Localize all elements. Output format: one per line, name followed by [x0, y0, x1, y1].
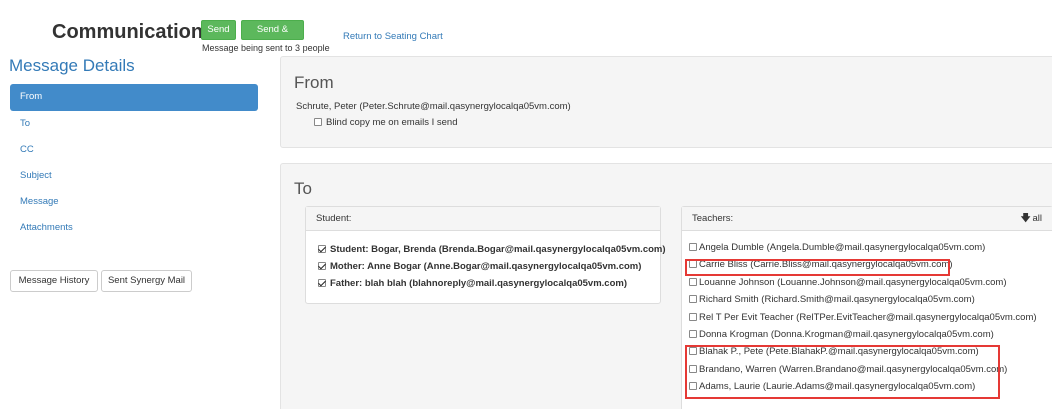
from-panel: From Schrute, Peter (Peter.Schrute@mail.… — [280, 56, 1052, 148]
nav-item-message[interactable]: Message — [10, 189, 258, 215]
nav-item-cc[interactable]: CC — [10, 137, 258, 163]
teacher-row[interactable]: Rel T Per Evit Teacher (RelTPer.EvitTeac… — [689, 309, 1052, 326]
recipient-row[interactable]: Father: blah blah (blahnoreply@mail.qasy… — [318, 275, 660, 292]
recipient-checkbox[interactable] — [318, 279, 326, 287]
teacher-row[interactable]: Adams, Laurie (Laurie.Adams@mail.qasyner… — [689, 378, 1052, 395]
teachers-header-label: Teachers: — [692, 213, 734, 224]
page-title: Communication — [52, 21, 204, 43]
teacher-row[interactable]: Brandano, Warren (Warren.Brandano@mail.q… — [689, 361, 1052, 378]
teacher-checkbox[interactable] — [689, 312, 697, 321]
teacher-label: Rel T Per Evit Teacher (RelTPer.EvitTeac… — [699, 311, 1037, 323]
recipient-row[interactable]: Student: Bogar, Brenda (Brenda.Bogar@mai… — [318, 241, 666, 258]
recipient-count-note: Message being sent to 3 people — [202, 43, 330, 53]
teacher-label: Brandano, Warren (Warren.Brandano@mail.q… — [699, 363, 1008, 375]
student-header-label: Student: — [316, 213, 352, 224]
teacher-row[interactable]: Donna Krogman (Donna.Krogman@mail.qasyne… — [689, 326, 1052, 343]
arrow-down-icon: 🡇 — [1020, 213, 1031, 224]
to-panel: To Student: Student: Bogar, Brenda (Bren… — [280, 163, 1052, 409]
all-label: all — [1032, 213, 1042, 224]
send-and-return-button[interactable]: Send & Return — [241, 20, 304, 53]
student-recipient-list: Student: Bogar, Brenda (Brenda.Bogar@mai… — [306, 231, 666, 292]
message-history-button[interactable]: Message History — [10, 270, 98, 292]
teacher-label: Angela Dumble (Angela.Dumble@mail.qasyne… — [699, 242, 986, 253]
from-heading: From — [294, 73, 334, 92]
recipient-checkbox[interactable] — [318, 262, 326, 270]
teacher-label: Richard Smith (Richard.Smith@mail.qasyne… — [699, 294, 975, 306]
bcc-option[interactable]: Blind copy me on emails I send — [314, 117, 457, 128]
recipient-checkbox[interactable] — [318, 245, 326, 253]
header-bar: Communication Send Send & Return Message… — [0, 0, 1052, 56]
message-details-nav: From To CC Subject Message Attachments — [10, 84, 258, 241]
teacher-row[interactable]: Richard Smith (Richard.Smith@mail.qasyne… — [689, 291, 1052, 308]
teacher-label: Blahak P., Pete (Pete.BlahakP.@mail.qasy… — [699, 346, 979, 358]
sent-synergy-mail-button[interactable]: Sent Synergy Mail — [101, 270, 192, 292]
recipient-label: Father: blah blah (blahnoreply@mail.qasy… — [330, 278, 627, 289]
teacher-checkbox[interactable] — [689, 382, 697, 391]
teacher-row[interactable]: Blahak P., Pete (Pete.BlahakP.@mail.qasy… — [689, 343, 1052, 360]
student-box-header: Student: — [306, 207, 660, 231]
teacher-checkbox[interactable] — [689, 243, 697, 251]
sidebar-title: Message Details — [9, 56, 135, 75]
teacher-checkbox[interactable] — [689, 329, 697, 338]
recipient-label: Mother: Anne Bogar (Anne.Bogar@mail.qasy… — [330, 261, 642, 272]
teacher-recipients-box: Teachers: 🡇 all Angela Dumble (Angela.Dum… — [681, 206, 1052, 409]
teacher-label: Adams, Laurie (Laurie.Adams@mail.qasyner… — [699, 381, 976, 393]
to-heading: To — [294, 179, 312, 198]
teacher-checkbox[interactable] — [689, 364, 697, 373]
recipient-row[interactable]: Mother: Anne Bogar (Anne.Bogar@mail.qasy… — [318, 258, 660, 275]
teacher-checkbox[interactable] — [689, 277, 697, 286]
nav-item-subject[interactable]: Subject — [10, 163, 258, 189]
send-button[interactable]: Send — [201, 20, 236, 40]
nav-item-attachments[interactable]: Attachments — [10, 215, 258, 241]
teacher-label: Donna Krogman (Donna.Krogman@mail.qasyne… — [699, 328, 994, 340]
return-to-seating-chart-link[interactable]: Return to Seating Chart — [343, 31, 443, 42]
nav-item-from[interactable]: From — [10, 84, 258, 111]
select-all-teachers-link[interactable]: 🡇 all — [1021, 207, 1042, 231]
teacher-row[interactable]: Carrie Bliss (Carrie.Bliss@mail.qasynerg… — [689, 256, 1052, 273]
teacher-checkbox[interactable] — [689, 295, 697, 304]
bcc-checkbox[interactable] — [314, 118, 322, 126]
teacher-label: Louanne Johnson (Louanne.Johnson@mail.qa… — [699, 276, 1007, 288]
nav-item-to[interactable]: To — [10, 111, 258, 137]
recipient-label: Student: Bogar, Brenda (Brenda.Bogar@mai… — [330, 244, 666, 255]
teacher-label: Carrie Bliss (Carrie.Bliss@mail.qasynerg… — [699, 259, 953, 271]
sender-address: Schrute, Peter (Peter.Schrute@mail.qasyn… — [296, 101, 571, 112]
teacher-row[interactable]: Louanne Johnson (Louanne.Johnson@mail.qa… — [689, 274, 1052, 291]
teacher-checkbox[interactable] — [689, 347, 697, 356]
teacher-recipient-list: Angela Dumble (Angela.Dumble@mail.qasyne… — [682, 231, 1052, 396]
teacher-row[interactable]: Angela Dumble (Angela.Dumble@mail.qasyne… — [689, 239, 1052, 256]
student-recipients-box: Student: Student: Bogar, Brenda (Brenda.… — [305, 206, 666, 304]
teachers-box-header: Teachers: 🡇 all — [682, 207, 1052, 231]
bcc-label: Blind copy me on emails I send — [326, 117, 458, 128]
teacher-checkbox[interactable] — [689, 260, 697, 269]
